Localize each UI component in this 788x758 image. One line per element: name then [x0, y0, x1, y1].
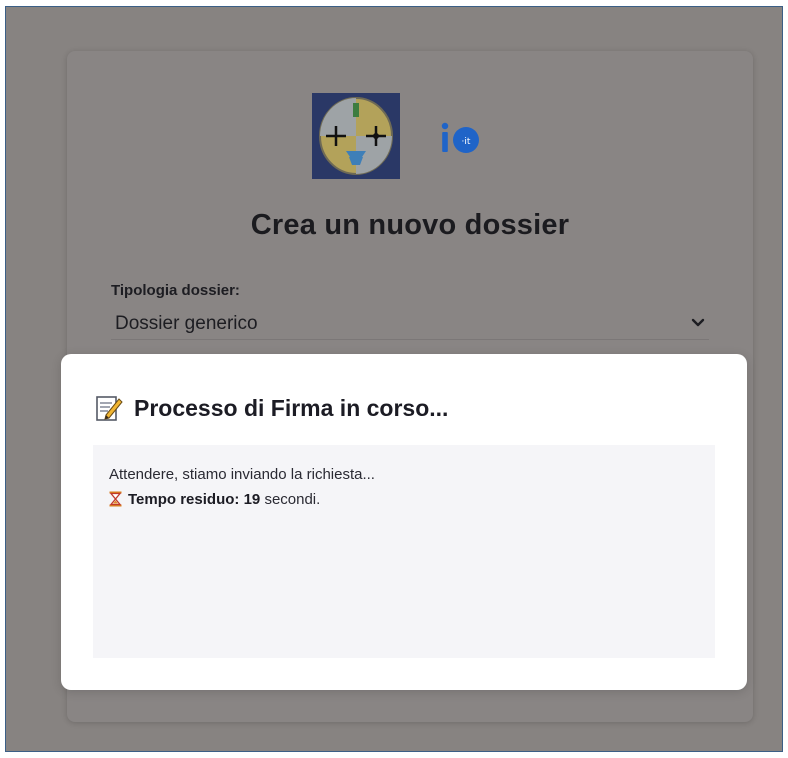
page-title: Crea un nuovo dossier — [250, 209, 570, 241]
logo-row: ·it — [67, 93, 753, 181]
modal-body: Attendere, stiamo inviando la richiesta.… — [93, 445, 715, 658]
countdown-unit: secondi. — [264, 491, 321, 508]
dossier-type-select[interactable]: Dossier generico — [115, 313, 258, 335]
io-it-logo: ·it — [441, 121, 487, 155]
status-message: Attendere, stiamo inviando la richiesta.… — [109, 466, 375, 483]
dossier-type-label: Tipologia dossier: — [111, 282, 240, 299]
hourglass-icon — [109, 491, 122, 507]
memo-icon — [95, 394, 123, 422]
select-underline — [111, 339, 709, 340]
modal-title: Processo di Firma in corso... — [134, 395, 449, 421]
svg-text:·it: ·it — [462, 137, 471, 147]
region-calabria-logo — [312, 93, 400, 179]
countdown-label: Tempo residuo: — [128, 491, 240, 508]
countdown: Tempo residuo: 19 secondi. — [109, 491, 320, 508]
signing-modal: Processo di Firma in corso... Attendere,… — [61, 354, 747, 690]
countdown-seconds: 19 — [243, 491, 261, 508]
chevron-down-icon[interactable] — [691, 316, 705, 328]
